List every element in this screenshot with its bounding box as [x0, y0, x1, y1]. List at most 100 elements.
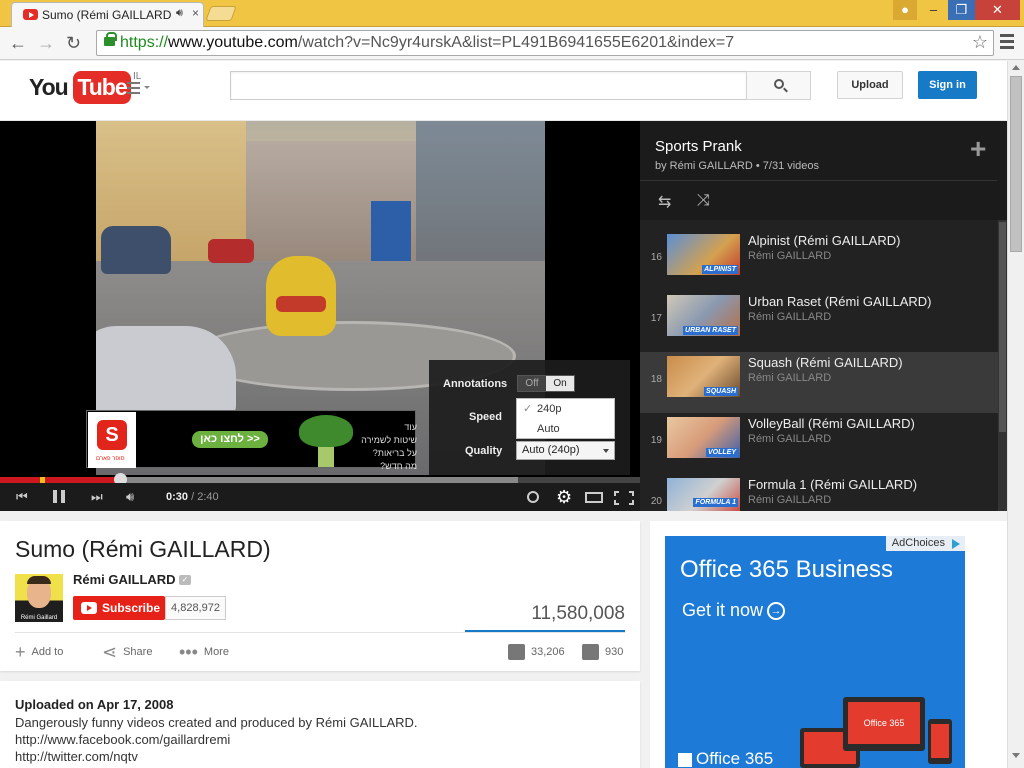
description-text: Dangerously funny videos created and pro…: [15, 715, 418, 730]
more-icon: •••: [179, 642, 198, 663]
playlist-item[interactable]: 16 ALPINIST Alpinist (Rémi GAILLARD) Rém…: [640, 230, 998, 291]
tab-close-icon[interactable]: ×: [192, 6, 199, 20]
subscriber-count: 4,828,972: [165, 596, 226, 620]
browser-tab-active[interactable]: Sumo (Rémi GAILLARD 🔊︎ ×: [11, 2, 204, 27]
annotations-off-button[interactable]: Off: [518, 376, 546, 391]
playlist-title[interactable]: Sports Prank: [655, 138, 742, 155]
playlist-item[interactable]: 20 FORMULA 1 Formula 1 (Rémi GAILLARD) R…: [640, 474, 998, 511]
video-thumbnail[interactable]: URBAN RASET: [667, 295, 740, 336]
back-arrow-icon[interactable]: ←: [9, 33, 27, 53]
volume-icon[interactable]: 🔊︎: [126, 483, 134, 511]
share-icon: ⋖: [102, 642, 118, 663]
video-title: Sumo (Rémi GAILLARD): [15, 536, 271, 562]
speed-option-240p[interactable]: ✓ 240p: [517, 399, 614, 419]
guide-menu-icon[interactable]: [127, 82, 150, 97]
adchoices-button[interactable]: AdChoices: [885, 536, 965, 551]
loop-icon[interactable]: ⇆: [658, 192, 671, 212]
scrollbar-thumb[interactable]: [1010, 76, 1022, 252]
video-thumbnail[interactable]: VOLLEY: [667, 417, 740, 458]
playlist-item-active[interactable]: 18 SQUASH Squash (Rémi GAILLARD) Rémi GA…: [640, 352, 998, 413]
description-panel: Uploaded on Apr 17, 2008 Dangerously fun…: [0, 681, 640, 768]
quality-select[interactable]: Auto (240p): [516, 441, 615, 460]
check-icon: ✓: [523, 403, 533, 415]
ad-get-it-now[interactable]: Get it now →: [682, 600, 786, 621]
search-button[interactable]: [746, 71, 811, 100]
laptop-image: Office 365: [843, 697, 925, 751]
lock-icon[interactable]: [104, 32, 117, 46]
video-thumbnail[interactable]: FORMULA 1: [667, 478, 740, 511]
add-to-button[interactable]: + Add to: [15, 642, 63, 662]
video-info-panel: Sumo (Rémi GAILLARD) Rémi Gaillard Rémi …: [0, 521, 640, 671]
upload-date: Uploaded on Apr 17, 2008: [15, 697, 174, 712]
adchoices-icon: [952, 539, 960, 549]
reload-icon[interactable]: ↻: [66, 33, 81, 53]
minimize-button[interactable]: –: [919, 0, 948, 20]
next-icon[interactable]: ⏭︎: [91, 483, 103, 511]
speed-option-auto[interactable]: Auto: [517, 419, 614, 439]
office-icon: [678, 752, 692, 767]
search-input[interactable]: [230, 71, 747, 100]
annotations-on-button[interactable]: On: [546, 376, 574, 391]
profile-button[interactable]: ●: [893, 0, 917, 20]
scroll-down-icon[interactable]: [1012, 753, 1020, 758]
facebook-link[interactable]: http://www.facebook.com/gaillardremi: [15, 732, 230, 747]
scroll-up-icon[interactable]: [1012, 65, 1020, 70]
twitter-link[interactable]: http://twitter.com/nqtv: [15, 749, 138, 764]
video-thumbnail[interactable]: ALPINIST: [667, 234, 740, 275]
upload-button[interactable]: Upload: [837, 71, 903, 99]
phone-image: [928, 719, 952, 764]
time-display: 0:30 / 2:40: [166, 491, 219, 503]
like-button[interactable]: 33,206: [508, 642, 565, 662]
subscribe-button[interactable]: Subscribe: [73, 596, 165, 620]
fullscreen-icon[interactable]: [614, 491, 634, 505]
avatar[interactable]: Rémi Gaillard: [15, 574, 63, 622]
playlist-header: Sports Prank by Rémi GAILLARD • 7/31 vid…: [640, 121, 1007, 220]
super-pharm-logo: S סופר פארם: [88, 412, 136, 468]
playlist-scrollbar[interactable]: [998, 220, 1007, 511]
playlist-subtitle: by Rémi GAILLARD • 7/31 videos: [655, 160, 820, 172]
forward-arrow-icon[interactable]: →: [37, 33, 55, 53]
add-playlist-icon[interactable]: +: [970, 135, 986, 163]
speed-options-list: ✓ 240p Auto: [516, 398, 615, 439]
office-logo: Office 365: [678, 749, 773, 768]
page-scrollbar[interactable]: [1007, 61, 1024, 768]
settings-menu: Annotations Off On Speed ✓ 240p Auto Qual…: [429, 360, 630, 475]
ad-overlay-text: עוד שיטות לשמירה על בריאות? מה חדש?: [361, 422, 417, 471]
new-tab-button[interactable]: [205, 6, 237, 21]
playlist-item[interactable]: 17 URBAN RASET Urban Raset (Rémi GAILLAR…: [640, 291, 998, 352]
ad-click-here-button[interactable]: לחצו כאן >>: [192, 431, 268, 448]
video-thumbnail[interactable]: SQUASH: [667, 356, 740, 397]
annotations-toggle[interactable]: Off On: [517, 375, 575, 392]
search-icon: [774, 79, 784, 89]
verified-icon: ✓: [179, 575, 191, 585]
ad-headline: Office 365 Business: [680, 556, 894, 583]
more-button[interactable]: ••• More: [179, 642, 229, 662]
broccoli-image: [299, 415, 353, 469]
speaker-icon[interactable]: 🔊︎: [176, 7, 183, 20]
watch-later-icon[interactable]: [527, 491, 539, 503]
shuffle-icon[interactable]: ⤨: [697, 192, 710, 210]
address-bar[interactable]: https://www.youtube.com/watch?v=Nc9yr4ur…: [96, 30, 994, 56]
dislike-button[interactable]: 930: [582, 642, 623, 662]
quality-label: Quality: [465, 445, 503, 457]
region-label: IL: [133, 71, 142, 82]
pause-icon[interactable]: [53, 490, 66, 503]
url-text[interactable]: https://www.youtube.com/watch?v=Nc9yr4ur…: [120, 34, 734, 52]
channel-name[interactable]: Rémi GAILLARD: [73, 572, 176, 587]
share-button[interactable]: ⋖ Share: [102, 642, 152, 662]
close-window-button[interactable]: ✕: [975, 0, 1020, 20]
browser-menu-icon[interactable]: [1000, 34, 1014, 52]
theater-mode-icon[interactable]: [585, 492, 603, 503]
office-365-ad[interactable]: AdChoices Office 365 Business Get it now…: [665, 536, 965, 768]
youtube-play-icon: [81, 602, 97, 614]
video-player[interactable]: S סופר פארם לחצו כאן >> עוד שיטות לשמירה…: [0, 121, 640, 511]
video-ad-overlay[interactable]: S סופר פארם לחצו כאן >> עוד שיטות לשמירה…: [86, 410, 417, 471]
playlist-item[interactable]: 19 VOLLEY VolleyBall (Rémi GAILLARD) Rém…: [640, 413, 998, 474]
sign-in-button[interactable]: Sign in: [918, 71, 977, 99]
maximize-button[interactable]: ❐: [948, 0, 975, 20]
youtube-favicon-icon: [23, 9, 38, 20]
bookmark-star-icon[interactable]: ☆: [972, 32, 988, 53]
previous-icon[interactable]: ⏮︎: [16, 483, 28, 511]
browser-toolbar: ← → ↻ https://www.youtube.com/watch?v=Nc…: [0, 27, 1024, 60]
gear-icon[interactable]: ⚙︎: [556, 483, 572, 511]
